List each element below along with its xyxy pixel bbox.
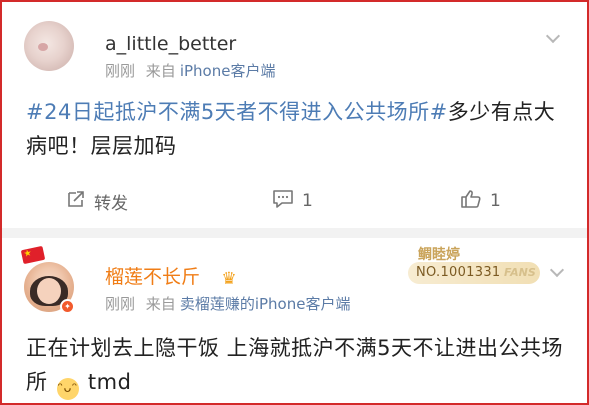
fan-badge-word: FANS	[504, 266, 536, 279]
source-prefix: 来自	[145, 295, 176, 313]
post-text: 正在计划去上隐干饭 上海就抵沪不满5天不让进出公共场所 ᵔᴗᵔ tmd	[26, 331, 565, 400]
verified-badge-icon: ✦	[60, 299, 75, 314]
post-meta: 刚刚 来自 卖榴莲赚的iPhone客户端	[105, 295, 350, 313]
share-button[interactable]: 转发	[66, 181, 128, 221]
comment-icon	[272, 189, 294, 213]
username[interactable]: 榴莲不长斤	[105, 266, 200, 288]
chevron-down-icon[interactable]	[545, 28, 561, 44]
fan-badge[interactable]: 鲷睦婷 NO.1001331 FANS	[408, 244, 546, 288]
weibo-post: a_little_better 刚刚 来自 iPhone客户端 #24日起抵沪不满…	[0, 0, 589, 228]
post-time: 刚刚	[105, 295, 136, 313]
fan-badge-title: 鲷睦婷	[418, 247, 460, 263]
chevron-down-icon[interactable]	[549, 262, 565, 278]
thumbs-up-icon	[460, 189, 482, 213]
comment-count: 1	[302, 191, 313, 211]
post-divider	[0, 228, 589, 238]
post-meta: 刚刚 来自 iPhone客户端	[105, 62, 275, 80]
post-text-tail: tmd	[87, 370, 132, 394]
post-time: 刚刚	[105, 62, 136, 80]
source-prefix: 来自	[145, 62, 176, 80]
weibo-post: ★ ✦ 榴莲不长斤 ♛ 刚刚 来自 卖榴莲赚的iPhone客户端 鲷睦婷 NO.1…	[0, 238, 589, 405]
hashtag-link[interactable]: #24日起抵沪不满5天者不得进入公共场所#	[26, 100, 448, 124]
post-text: #24日起抵沪不满5天者不得进入公共场所#多少有点大病吧！层层加码	[26, 95, 565, 163]
share-icon	[66, 189, 86, 213]
like-button[interactable]: 1	[460, 181, 501, 221]
post-source[interactable]: 卖榴莲赚的iPhone客户端	[180, 295, 351, 313]
crown-icon[interactable]: ♛	[219, 269, 239, 289]
smile-emoji-icon: ᵔᴗᵔ	[56, 378, 79, 400]
action-bar: 转发 1 1	[0, 181, 589, 221]
fan-badge-number: NO.1001331	[416, 265, 501, 280]
share-label: 转发	[94, 193, 128, 214]
username[interactable]: a_little_better	[105, 33, 236, 55]
avatar[interactable]	[24, 21, 74, 71]
china-flag-icon: ★	[20, 245, 46, 265]
like-count: 1	[490, 191, 501, 211]
post-source[interactable]: iPhone客户端	[180, 62, 276, 80]
comment-button[interactable]: 1	[272, 181, 313, 221]
